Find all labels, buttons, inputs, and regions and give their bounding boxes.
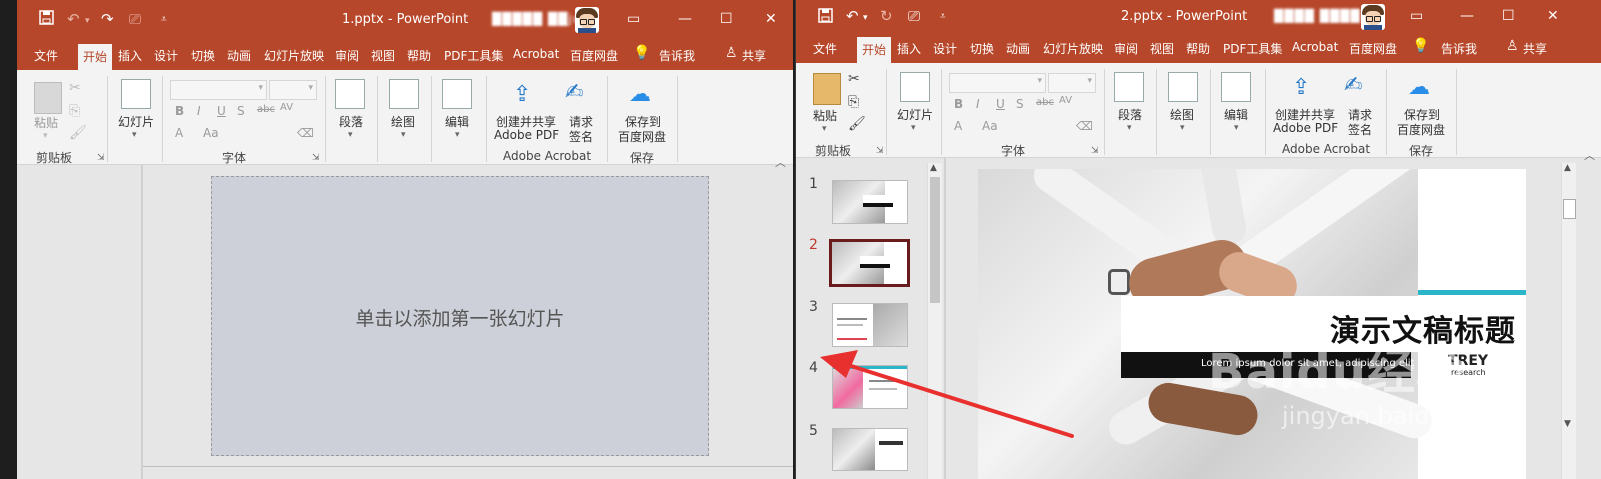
annotation-arrow <box>820 350 1074 438</box>
